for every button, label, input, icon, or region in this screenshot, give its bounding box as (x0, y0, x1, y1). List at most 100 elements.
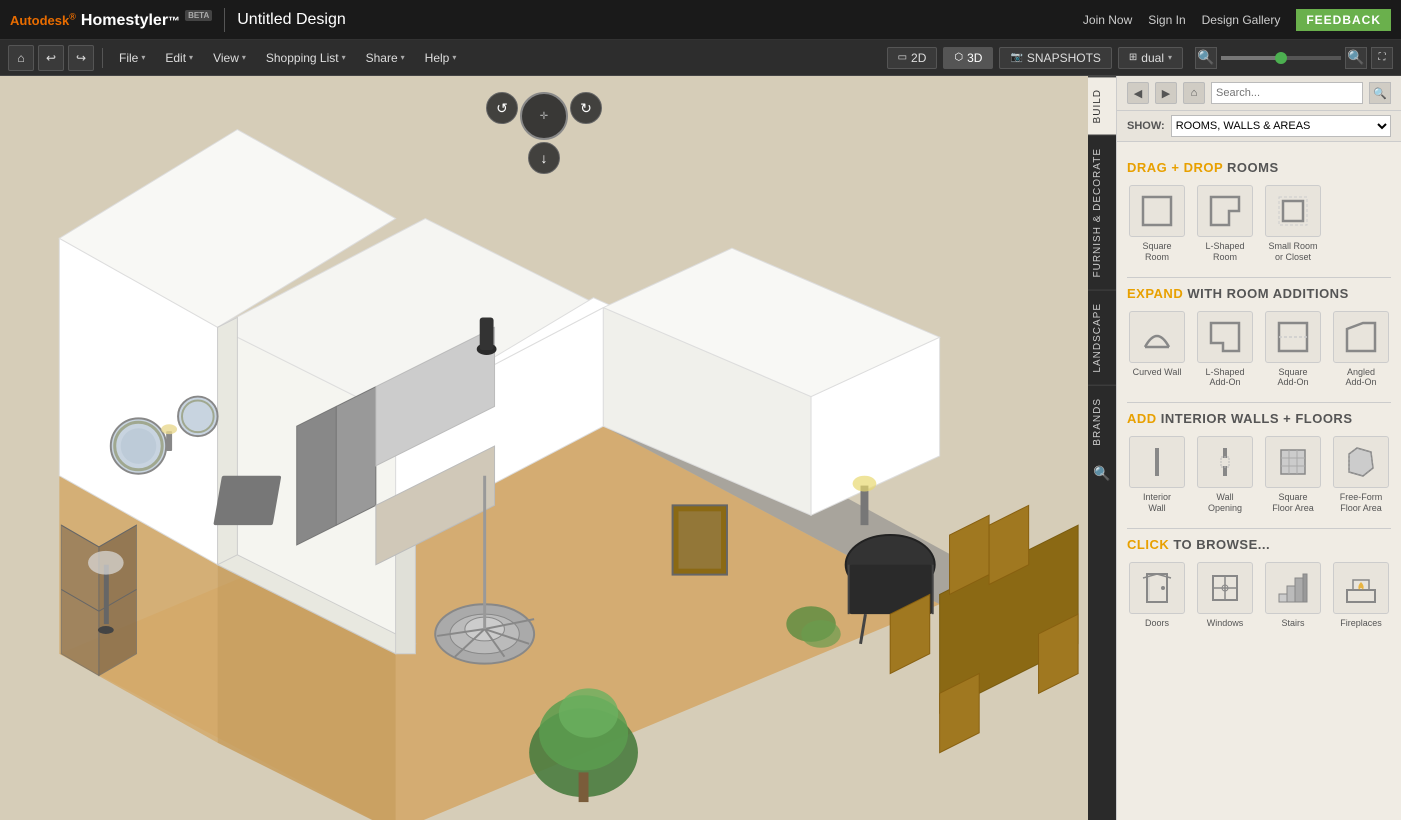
interior-wall-item[interactable]: InteriorWall (1127, 436, 1187, 514)
freeform-floor-label: Free-FormFloor Area (1340, 492, 1383, 514)
feedback-button[interactable]: FEEDBACK (1296, 9, 1391, 31)
stairs-box[interactable] (1265, 562, 1321, 614)
side-tabs: BUILD FURNISH & DECORATE LANDSCAPE BRAND… (1088, 76, 1116, 820)
help-menu[interactable]: Help ▾ (417, 47, 465, 69)
lshaped-addon-item[interactable]: L-ShapedAdd-On (1195, 311, 1255, 389)
3d-view-button[interactable]: ⬡ 3D (943, 47, 993, 69)
cam-center[interactable]: ✛ (520, 92, 568, 140)
doors-item[interactable]: Doors (1127, 562, 1187, 629)
show-dropdown[interactable]: ROOMS, WALLS & AREASROOMS ONLYWALLS ONLY (1171, 115, 1391, 137)
main-content: ↺ ✛ ↻ ↓ BUILD FURNISH & DECORATE LANDSCA… (0, 76, 1401, 820)
zoom-slider-thumb[interactable] (1275, 52, 1287, 64)
dual-button[interactable]: ⊞ dual ▾ (1118, 47, 1183, 69)
search-tab[interactable]: 🔍 (1089, 457, 1114, 490)
angled-addon-box[interactable] (1333, 311, 1389, 363)
cam-rotate-left[interactable]: ↺ (486, 92, 518, 124)
top-right-nav: Join Now Sign In Design Gallery FEEDBACK (1083, 9, 1391, 31)
square-addon-label: SquareAdd-On (1277, 367, 1308, 389)
join-now-link[interactable]: Join Now (1083, 13, 1132, 27)
lshaped-addon-icon (1207, 319, 1243, 355)
panel-back-button[interactable]: ◀ (1127, 82, 1149, 104)
click-text: CLICK (1127, 537, 1169, 552)
doors-label: Doors (1145, 618, 1169, 629)
view-mode-area: ▭ 2D ⬡ 3D 📷 SNAPSHOTS ⊞ dual ▾ (887, 47, 1183, 69)
windows-label: Windows (1207, 618, 1244, 629)
expand-text: EXPAND (1127, 286, 1183, 301)
sign-in-link[interactable]: Sign In (1148, 13, 1185, 27)
redo-button[interactable]: ↪ (68, 45, 94, 71)
2d-icon: ▭ (898, 52, 907, 63)
angled-addon-item[interactable]: AngledAdd-On (1331, 311, 1391, 389)
panel-search-button[interactable]: 🔍 (1369, 82, 1391, 104)
lshaped-room-item[interactable]: L-ShapedRoom (1195, 185, 1255, 263)
camera-controls: ↺ ✛ ↻ ↓ (486, 92, 602, 174)
canvas-area[interactable]: ↺ ✛ ↻ ↓ (0, 76, 1088, 820)
home-button[interactable]: ⌂ (8, 45, 34, 71)
square-floor-item[interactable]: SquareFloor Area (1263, 436, 1323, 514)
fireplaces-box[interactable] (1333, 562, 1389, 614)
help-menu-arrow: ▾ (452, 53, 456, 62)
small-room-item[interactable]: Small Roomor Closet (1263, 185, 1323, 263)
zoom-in-button[interactable]: 🔍 (1345, 47, 1367, 69)
walls-grid: InteriorWall WallOpening (1127, 436, 1391, 514)
dual-arrow: ▾ (1168, 53, 1172, 62)
snapshots-button[interactable]: 📷 SNAPSHOTS (999, 47, 1111, 69)
lshaped-room-label: L-ShapedRoom (1205, 241, 1244, 263)
camera-icon: 📷 (1010, 52, 1022, 63)
curved-wall-box[interactable] (1129, 311, 1185, 363)
beta-badge: BETA (185, 10, 212, 21)
lshaped-room-box[interactable] (1197, 185, 1253, 237)
lshaped-addon-box[interactable] (1197, 311, 1253, 363)
floor-plan-svg (0, 76, 1088, 820)
square-room-item[interactable]: SquareRoom (1127, 185, 1187, 263)
square-room-box[interactable] (1129, 185, 1185, 237)
2d-view-button[interactable]: ▭ 2D (887, 47, 938, 69)
windows-item[interactable]: Windows (1195, 562, 1255, 629)
freeform-floor-box[interactable] (1333, 436, 1389, 488)
drag-drop-header: DRAG + DROP ROOMS (1127, 160, 1391, 175)
square-addon-box[interactable] (1265, 311, 1321, 363)
freeform-floor-item[interactable]: Free-FormFloor Area (1331, 436, 1391, 514)
file-menu[interactable]: File ▾ (111, 47, 153, 69)
top-bar: Autodesk® Homestyler™ BETA Untitled Desi… (0, 0, 1401, 40)
interior-wall-box[interactable] (1129, 436, 1185, 488)
expand-header: EXPAND WITH ROOM ADDITIONS (1127, 286, 1391, 301)
curved-wall-item[interactable]: Curved Wall (1127, 311, 1187, 389)
build-tab[interactable]: BUILD (1088, 76, 1116, 135)
fireplaces-item[interactable]: Fireplaces (1331, 562, 1391, 629)
fullscreen-button[interactable]: ⛶ (1371, 47, 1393, 69)
view-menu[interactable]: View ▾ (205, 47, 254, 69)
landscape-tab[interactable]: LANDSCAPE (1088, 290, 1116, 385)
lshaped-room-icon (1207, 193, 1243, 229)
edit-menu[interactable]: Edit ▾ (157, 47, 201, 69)
furnish-tab[interactable]: FURNISH & DECORATE (1088, 135, 1116, 290)
wall-opening-item[interactable]: WallOpening (1195, 436, 1255, 514)
shopping-list-menu[interactable]: Shopping List ▾ (258, 47, 354, 69)
doors-icon (1139, 570, 1175, 606)
zoom-slider-fill (1221, 56, 1281, 60)
square-addon-item[interactable]: SquareAdd-On (1263, 311, 1323, 389)
windows-box[interactable] (1197, 562, 1253, 614)
fireplaces-label: Fireplaces (1340, 618, 1382, 629)
zoom-slider[interactable] (1221, 56, 1341, 60)
design-gallery-link[interactable]: Design Gallery (1202, 13, 1281, 27)
undo-button[interactable]: ↩ (38, 45, 64, 71)
shopping-menu-arrow: ▾ (342, 53, 346, 62)
share-menu[interactable]: Share ▾ (358, 47, 413, 69)
cam-rotate-right[interactable]: ↻ (570, 92, 602, 124)
zoom-out-button[interactable]: 🔍 (1195, 47, 1217, 69)
brands-tab[interactable]: BRANDS (1088, 385, 1116, 458)
square-addon-icon (1275, 319, 1311, 355)
square-floor-box[interactable] (1265, 436, 1321, 488)
square-room-icon (1139, 193, 1175, 229)
panel-forward-button[interactable]: ▶ (1155, 82, 1177, 104)
doors-box[interactable] (1129, 562, 1185, 614)
browse-grid: Doors Windows (1127, 562, 1391, 629)
panel-home-button[interactable]: ⌂ (1183, 82, 1205, 104)
cam-down[interactable]: ↓ (528, 142, 560, 174)
stairs-item[interactable]: Stairs (1263, 562, 1323, 629)
camera-bottom-row: ↓ (528, 142, 560, 174)
panel-search-input[interactable] (1211, 82, 1363, 104)
wall-opening-box[interactable] (1197, 436, 1253, 488)
small-room-box[interactable] (1265, 185, 1321, 237)
